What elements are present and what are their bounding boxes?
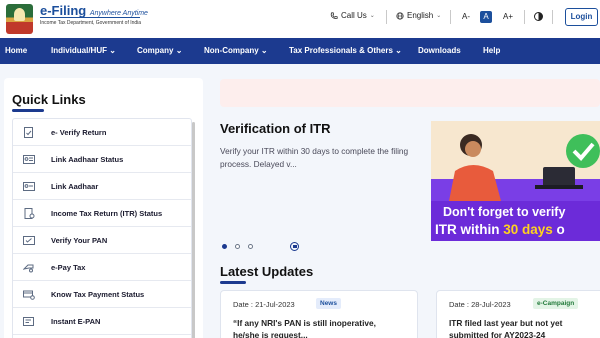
quick-link-itr-status[interactable]: Income Tax Return (ITR) Status [13, 200, 191, 227]
person-laptop-illustration [431, 121, 600, 201]
quick-link-label: Income Tax Return (ITR) Status [51, 209, 163, 218]
nav-downloads[interactable]: Downloads [418, 46, 461, 55]
chevron-down-icon: ⌄ [260, 46, 268, 55]
divider [450, 10, 451, 24]
latest-updates-title: Latest Updates [220, 264, 314, 279]
pan-card-icon [23, 236, 35, 245]
chevron-down-icon: ⌄ [369, 13, 375, 19]
quick-link-label: Link Aadhaar [51, 182, 99, 191]
top-bar: e-Filing Anywhere Anytime Income Tax Dep… [0, 0, 600, 38]
quick-link-e-pay-tax[interactable]: e-Pay Tax [13, 254, 191, 281]
quick-link-label: Know Tax Payment Status [51, 290, 145, 299]
quick-link-e-verify-return[interactable]: e- Verify Return [13, 119, 191, 146]
quick-link-label: e-Pay Tax [51, 263, 86, 272]
language-label: English [407, 11, 434, 20]
title-underline [12, 109, 44, 112]
carousel-slide-description: Verify your ITR within 30 days to comple… [220, 146, 409, 169]
promo-text-line1: Don't forget to verify [443, 205, 566, 219]
quick-link-aadhaar-status[interactable]: Link Aadhaar Status [13, 146, 191, 173]
pause-icon[interactable] [290, 242, 299, 251]
chevron-down-icon: ⌄ [436, 13, 442, 19]
emblem-logo-icon[interactable] [6, 4, 33, 34]
quick-link-label: Instant E-PAN [51, 317, 101, 326]
quick-link-aadhaar[interactable]: Link Aadhaar [13, 173, 191, 200]
site-logo-title[interactable]: e-Filing Anywhere Anytime [40, 3, 148, 18]
nav-home[interactable]: Home [5, 46, 27, 55]
logo-divider [40, 17, 140, 18]
chevron-down-icon: ⌄ [175, 46, 183, 55]
carousel-dot-1[interactable] [222, 244, 227, 249]
document-check-icon [24, 127, 33, 138]
alert-banner [220, 79, 600, 107]
payment-icon [23, 264, 34, 273]
quick-links-title: Quick Links [12, 92, 86, 107]
nav-company[interactable]: Company ⌄ [137, 46, 182, 55]
promo-text-line2: ITR within 30 days o [435, 222, 565, 237]
quick-links-panel: Quick Links e- Verify Return Link Aadhaa… [4, 78, 203, 338]
globe-icon [396, 11, 404, 20]
carousel-dot-3[interactable] [248, 244, 253, 249]
divider [524, 10, 525, 24]
quick-link-label: e- Verify Return [51, 128, 107, 137]
title-underline [220, 281, 246, 284]
nav-help[interactable]: Help [483, 46, 500, 55]
call-us-label: Call Us [341, 11, 367, 20]
carousel-slide-title: Verification of ITR [220, 121, 331, 136]
payment-status-icon [23, 290, 35, 300]
logo-subtitle: Income Tax Department, Government of Ind… [40, 20, 142, 26]
id-card-link-icon [23, 182, 35, 191]
promo-banner-image[interactable]: Don't forget to verify ITR within 30 day… [431, 121, 600, 241]
phone-icon [330, 11, 338, 19]
update-card[interactable]: Date : 28-Jul-2023 e-Campaign ITR filed … [436, 290, 600, 338]
login-button[interactable]: Login [565, 8, 598, 26]
contrast-toggle-icon[interactable] [534, 12, 543, 21]
update-text: ITR filed last year but not yet submitte… [449, 318, 563, 338]
news-badge: News [316, 298, 341, 309]
epan-icon [23, 317, 34, 326]
nav-tax-professionals[interactable]: Tax Professionals & Others ⌄ [289, 46, 402, 55]
chevron-down-icon: ⌄ [109, 46, 116, 55]
font-decrease-button[interactable]: A- [460, 11, 472, 23]
divider [386, 10, 387, 24]
quick-link-tax-payment-status[interactable]: Know Tax Payment Status [13, 281, 191, 308]
main-nav: Home Individual/HUF ⌄ Company ⌄ Non-Comp… [0, 38, 600, 64]
logo-tagline: Anywhere Anytime [89, 10, 148, 17]
quick-link-instant-e-pan[interactable]: Instant E-PAN [13, 308, 191, 335]
quick-link-verify-pan[interactable]: Verify Your PAN [13, 227, 191, 254]
e-campaign-badge: e-Campaign [533, 298, 579, 309]
nav-individual-huf[interactable]: Individual/HUF ⌄ [51, 46, 116, 55]
id-card-icon [23, 155, 35, 164]
language-dropdown[interactable]: English ⌄ [396, 11, 441, 20]
quick-links-scrollbar[interactable] [192, 122, 195, 338]
divider [552, 10, 553, 24]
quick-links-list: e- Verify Return Link Aadhaar Status Lin… [12, 118, 192, 338]
quick-link-label: Link Aadhaar Status [51, 155, 124, 164]
promo-illustration [431, 121, 600, 201]
document-status-icon [24, 208, 35, 219]
quick-link-label: Verify Your PAN [51, 236, 108, 245]
carousel-dot-2[interactable] [235, 244, 240, 249]
update-text: “If any NRI's PAN is still inoperative, … [233, 318, 376, 338]
update-date: Date : 21-Jul-2023 [233, 300, 295, 309]
font-increase-button[interactable]: A+ [502, 11, 514, 23]
update-card[interactable]: Date : 21-Jul-2023 News “If any NRI's PA… [220, 290, 418, 338]
nav-non-company[interactable]: Non-Company ⌄ [204, 46, 268, 55]
update-date: Date : 28-Jul-2023 [449, 300, 511, 309]
call-us-dropdown[interactable]: Call Us ⌄ [330, 11, 375, 20]
chevron-down-icon: ⌄ [395, 46, 402, 55]
font-normal-button[interactable]: A [480, 11, 492, 23]
